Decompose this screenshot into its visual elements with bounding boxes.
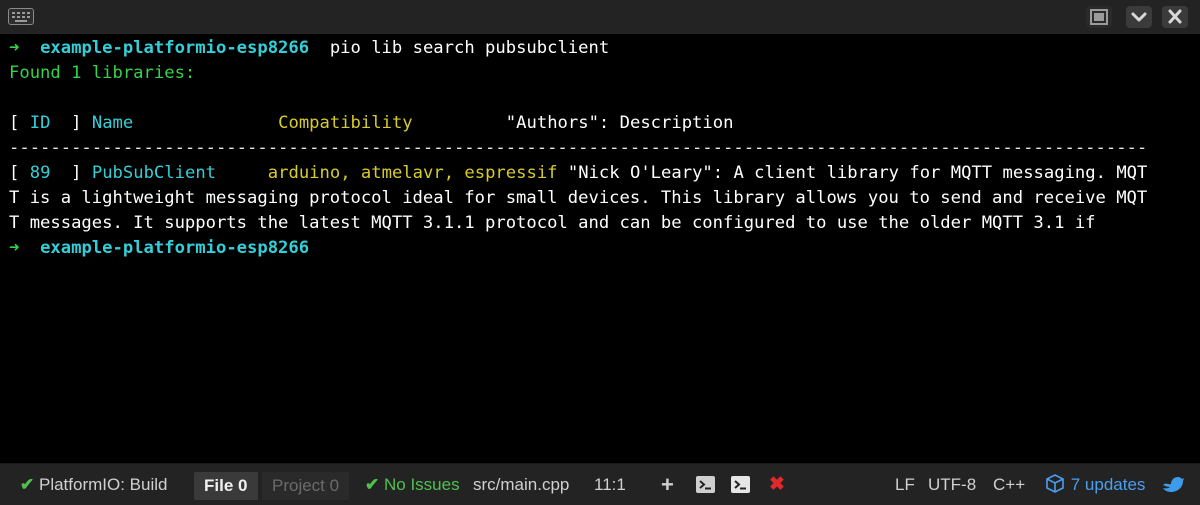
result-name: PubSubClient [91,163,217,183]
header-authors-description: "Authors": Description [505,113,734,133]
prompt-arrow-2: ➜ [9,238,20,258]
encoding[interactable]: UTF-8 [928,464,976,505]
issues-status[interactable]: ✔ No Issues [365,464,460,505]
header-name: Name [91,113,134,133]
package-icon [1046,474,1064,493]
close-icon [1168,9,1182,24]
header-id: ID [29,113,51,133]
terminal-window: ➜ example-platformio-esp8266 pio lib sea… [0,0,1200,505]
issues-label: No Issues [383,475,460,494]
add-terminal-button[interactable]: + [661,464,674,505]
tab-project-label: Project [272,476,325,495]
separator-line: ----------------------------------------… [9,138,1148,158]
prompt-line: ➜ example-platformio-esp8266 pio lib sea… [9,36,609,61]
tab-project-count: 0 [329,476,340,495]
result-open-bracket: [ [9,163,20,183]
terminal-icon[interactable] [731,476,750,493]
result-description-line3: T messages. It supports the latest MQTT … [9,213,1096,233]
found-libraries-text: Found 1 libraries: [9,63,196,83]
result-close-bracket: ] [71,163,82,183]
table-header: [ ID ] Name Compatibility "Authors": Des… [9,111,733,136]
close-terminal-button[interactable]: ✖ [769,464,785,505]
line-ending[interactable]: LF [895,464,915,505]
close-button[interactable] [1162,6,1188,28]
platformio-build-status[interactable]: ✔ PlatformIO: Build [20,464,167,505]
prompt-directory-2: example-platformio-esp8266 [40,238,310,258]
header-open-bracket: [ [9,113,20,133]
header-close-bracket: ] [71,113,82,133]
updates-status[interactable]: 7 updates [1044,464,1145,505]
tab-file[interactable]: File 0 [194,472,258,500]
terminal-output[interactable]: ➜ example-platformio-esp8266 pio lib sea… [0,34,1200,463]
terminal-title-bar [0,0,1200,35]
cursor-position[interactable]: 11:1 [594,464,626,505]
prompt-directory: example-platformio-esp8266 [40,38,310,58]
feedback-button[interactable] [1161,464,1185,505]
result-id: 89 [29,163,51,183]
dropdown-button[interactable] [1126,6,1152,28]
command-text: pio lib search pubsubclient [329,38,610,58]
result-description-line2: T is a lightweight messaging protocol id… [9,188,1148,208]
result-compatibility: arduino, atmelavr, espressif [267,163,558,183]
check-icon: ✔ [20,475,35,494]
build-label: PlatformIO: Build [38,475,168,494]
chevron-down-icon [1131,12,1147,22]
file-path[interactable]: src/main.cpp [473,464,569,505]
prompt-line-2: ➜ example-platformio-esp8266 [9,236,309,261]
maximize-button[interactable] [1086,6,1112,28]
terminal-icon[interactable] [696,476,715,493]
updates-label: 7 updates [1070,475,1146,494]
keyboard-icon[interactable] [8,8,34,25]
result-row: [ 89 ] PubSubClient arduino, atmelavr, e… [9,161,1147,186]
status-bar: ✔ PlatformIO: Build File 0 Project 0 ✔ N… [0,463,1200,505]
header-compatibility: Compatibility [278,113,413,133]
grammar[interactable]: C++ [993,464,1025,505]
bird-icon [1163,477,1184,492]
tab-file-count: 0 [238,476,248,495]
maximize-icon [1090,9,1108,25]
result-description-line1: "Nick O'Leary": A client library for MQT… [567,163,1148,183]
check-icon: ✔ [365,475,380,494]
prompt-arrow: ➜ [9,38,20,58]
tab-file-label: File [204,476,234,495]
tab-project[interactable]: Project 0 [262,472,350,500]
